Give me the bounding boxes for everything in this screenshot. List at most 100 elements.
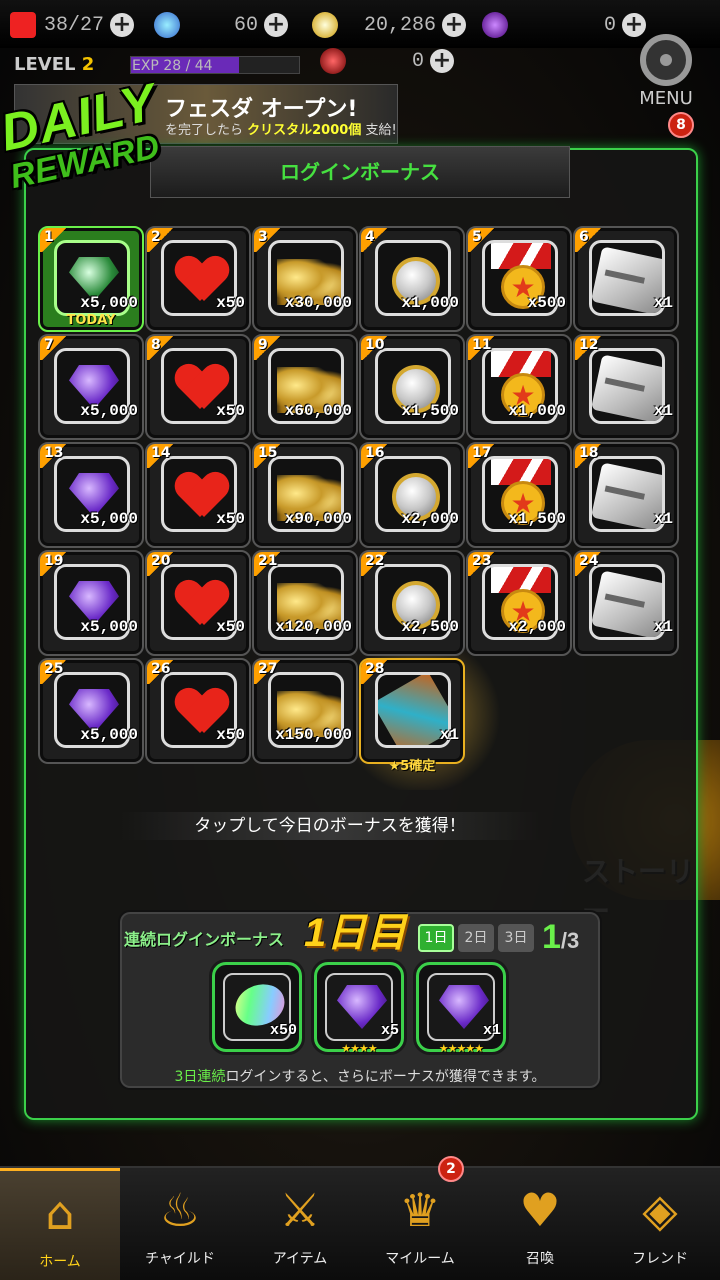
reward-day-8[interactable]: 8 x50 xyxy=(145,334,251,440)
reward-day-6[interactable]: 6 x1 xyxy=(573,226,679,332)
potion-icon: ♥ xyxy=(519,1183,561,1237)
reward-amount: x50 xyxy=(216,726,245,744)
reward-amount: x120,000 xyxy=(275,618,352,636)
reward-day-3[interactable]: 3 x30,000 xyxy=(252,226,358,332)
day-number: 1 xyxy=(44,229,54,245)
reward-day-22[interactable]: 22 x2,500 xyxy=(359,550,465,656)
reward-amount: x1,500 xyxy=(508,510,566,528)
crystal-icon xyxy=(482,12,508,38)
reward-day-27[interactable]: 27 x150,000 xyxy=(252,658,358,764)
reward-day-24[interactable]: 24 x1 xyxy=(573,550,679,656)
reward-amount: x1 xyxy=(439,726,459,744)
gem-icon xyxy=(154,12,180,38)
reward-day-9[interactable]: 9 x60,000 xyxy=(252,334,358,440)
streak-item-2[interactable]: x5 ★★★★ xyxy=(314,962,404,1055)
day-number: 16 xyxy=(365,445,385,461)
nav-label: ホーム xyxy=(39,1254,81,1270)
status-bar: 38/27 + 60 + 20,286 + 0 + xyxy=(0,0,720,48)
sword-shield-icon: ⚔ xyxy=(279,1183,321,1237)
day-number-badge: 4 xyxy=(361,228,389,252)
reward-amount: x5,000 xyxy=(80,294,138,312)
day-number: 10 xyxy=(365,337,385,353)
reward-day-10[interactable]: 10 x1,500 xyxy=(359,334,465,440)
day-number: 25 xyxy=(44,661,64,677)
day-number: 21 xyxy=(258,553,278,569)
day-number-badge: 14 xyxy=(147,444,175,468)
streak-item-3[interactable]: x1 ★★★★★ xyxy=(416,962,506,1055)
reward-day-16[interactable]: 16 x2,000 xyxy=(359,442,465,548)
streak-progress-value: 1 xyxy=(542,918,561,956)
reward-day-18[interactable]: 18 x1 xyxy=(573,442,679,548)
streak-tab-day1[interactable]: 1日 xyxy=(418,924,454,952)
nav-item-home[interactable]: ⌂ ホーム xyxy=(0,1168,120,1280)
day-number: 2 xyxy=(151,229,161,245)
reward-day-23[interactable]: 23 x2,000 xyxy=(466,550,572,656)
today-label: TODAY xyxy=(66,313,116,328)
reward-day-28[interactable]: 28 x1 ★5確定 xyxy=(359,658,465,774)
reward-amount: x2,000 xyxy=(401,510,459,528)
crown-icon: ♛ xyxy=(399,1183,441,1237)
coin-counter: 20,286 + xyxy=(312,10,466,40)
reward-day-13[interactable]: 13 x5,000 xyxy=(38,442,144,548)
nav-item-crown[interactable]: ♛ マイルーム xyxy=(360,1168,480,1280)
reward-amount: x2,500 xyxy=(401,618,459,636)
reward-day-20[interactable]: 20 x50 xyxy=(145,550,251,656)
streak-progress-total: /3 xyxy=(560,928,580,953)
reward-amount: x1 xyxy=(653,294,673,312)
day-number: 17 xyxy=(472,445,492,461)
add-extra-button[interactable]: + xyxy=(430,49,454,73)
reward-day-7[interactable]: 7 x5,000 xyxy=(38,334,144,440)
menu-button[interactable]: MENU xyxy=(630,34,702,109)
reward-amount: x1 xyxy=(653,618,673,636)
reward-day-11[interactable]: 11 x1,000 xyxy=(466,334,572,440)
nav-item-potion[interactable]: ♥ 召喚 xyxy=(480,1168,600,1280)
add-gem-button[interactable]: + xyxy=(264,13,288,37)
day-number-badge: 18 xyxy=(575,444,603,468)
heart-icon xyxy=(10,12,36,38)
day-number: 23 xyxy=(472,553,492,569)
nav-label: フレンド xyxy=(632,1251,688,1267)
reward-day-21[interactable]: 21 x120,000 xyxy=(252,550,358,656)
reward-day-15[interactable]: 15 x90,000 xyxy=(252,442,358,548)
shield-icon: ◈ xyxy=(642,1183,678,1237)
reward-day-14[interactable]: 14 x50 xyxy=(145,442,251,548)
day-number: 9 xyxy=(258,337,268,353)
reward-day-5[interactable]: 5 x500 xyxy=(466,226,572,332)
reward-day-4[interactable]: 4 x1,000 xyxy=(359,226,465,332)
reward-day-2[interactable]: 2 x50 xyxy=(145,226,251,332)
day-number: 12 xyxy=(579,337,599,353)
day-number: 19 xyxy=(44,553,64,569)
reward-day-25[interactable]: 25 x5,000 xyxy=(38,658,144,764)
day-number: 3 xyxy=(258,229,268,245)
reward-amount: x50 xyxy=(216,294,245,312)
add-stamina-button[interactable]: + xyxy=(110,13,135,37)
panel-title: ログインボーナス xyxy=(150,146,570,198)
reward-day-19[interactable]: 19 x5,000 xyxy=(38,550,144,656)
tap-hint[interactable]: タップして今日のボーナスを獲得！ xyxy=(120,812,540,840)
day-number-badge: 13 xyxy=(40,444,68,468)
exp-text: EXP 28 / 44 xyxy=(132,58,213,74)
level-label: LEVEL xyxy=(14,54,76,75)
streak-tab-day3[interactable]: 3日 xyxy=(498,924,534,952)
reward-amount: x50 xyxy=(216,510,245,528)
add-coin-button[interactable]: + xyxy=(442,13,466,37)
nav-item-shield[interactable]: ◈ フレンド xyxy=(600,1168,720,1280)
nav-item-flame[interactable]: ♨ チャイルド xyxy=(120,1168,240,1280)
reward-day-1[interactable]: 1 x5,000 TODAY xyxy=(38,226,144,332)
streak-item-3-stars: ★★★★★ xyxy=(438,1042,484,1055)
reward-amount: x150,000 xyxy=(275,726,352,744)
nav-label: マイルーム xyxy=(385,1251,455,1267)
menu-label: MENU xyxy=(639,88,693,109)
reward-day-26[interactable]: 26 x50 xyxy=(145,658,251,764)
streak-item-3-amount: x1 xyxy=(482,1022,501,1039)
nav-item-sword-shield[interactable]: ⚔ アイテム xyxy=(240,1168,360,1280)
reward-day-17[interactable]: 17 x1,500 xyxy=(466,442,572,548)
day-number-badge: 26 xyxy=(147,660,175,684)
streak-tab-day2[interactable]: 2日 xyxy=(458,924,494,952)
day-number-badge: 5 xyxy=(468,228,496,252)
day-number: 24 xyxy=(579,553,599,569)
day-number-badge: 7 xyxy=(40,336,68,360)
reward-amount: x1 xyxy=(653,510,673,528)
reward-day-12[interactable]: 12 x1 xyxy=(573,334,679,440)
streak-item-1[interactable]: x50 xyxy=(212,962,302,1052)
